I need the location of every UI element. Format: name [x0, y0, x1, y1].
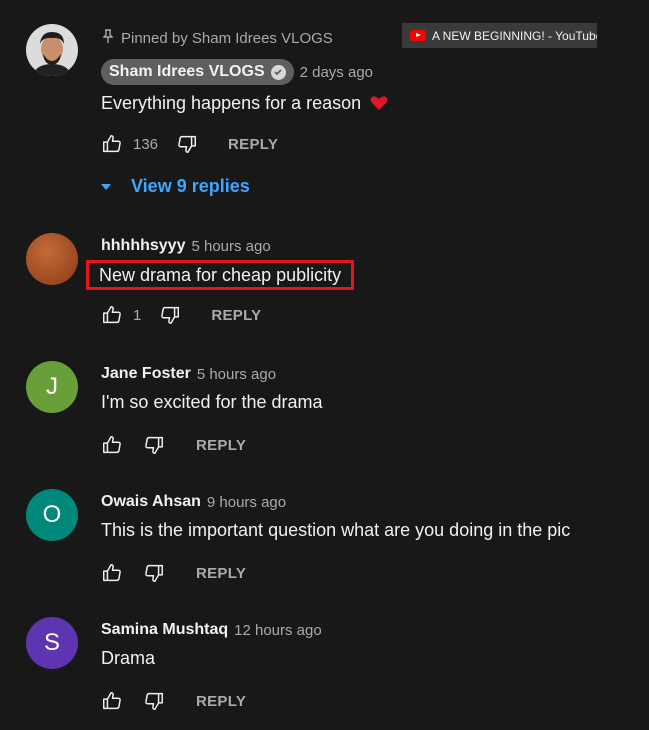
like-count: 1 — [133, 306, 142, 324]
thumbs-up-icon[interactable] — [101, 562, 123, 584]
check-icon — [270, 64, 286, 80]
comment-time[interactable]: 5 hours ago — [197, 366, 276, 383]
thumbs-up-icon[interactable] — [101, 690, 123, 712]
comment-author[interactable]: hhhhhsyyy — [101, 237, 185, 255]
thumbs-up-icon[interactable] — [101, 304, 123, 326]
comment-author[interactable]: Jane Foster — [101, 365, 191, 383]
thumbs-down-icon[interactable] — [143, 434, 165, 456]
comment-text: I'm so excited for the drama — [101, 392, 323, 412]
avatar[interactable] — [26, 233, 78, 285]
thumbs-down-icon[interactable] — [176, 133, 198, 155]
avatar[interactable] — [26, 24, 78, 76]
comment-text: This is the important question what are … — [101, 520, 571, 540]
comment-actions: 136 REPLY — [101, 132, 639, 156]
reply-button[interactable]: REPLY — [211, 307, 261, 324]
channel-avatar-image — [26, 24, 78, 76]
thumbs-up-icon[interactable] — [101, 133, 123, 155]
avatar[interactable]: S — [26, 617, 78, 669]
avatar[interactable]: O — [26, 489, 78, 541]
author-chip[interactable]: Sham Idrees VLOGS — [101, 59, 294, 85]
thumbs-down-icon[interactable] — [159, 304, 181, 326]
avatar[interactable]: J — [26, 361, 78, 413]
comment-time[interactable]: 5 hours ago — [191, 238, 270, 255]
comment-author[interactable]: Owais Ahsan — [101, 493, 201, 511]
thumbs-down-icon[interactable] — [143, 690, 165, 712]
comment-text: Everything happens for a reason — [101, 91, 639, 117]
comment-time[interactable]: 12 hours ago — [234, 622, 322, 639]
comment-actions: REPLY — [101, 433, 639, 457]
thumbs-down-icon[interactable] — [143, 562, 165, 584]
reply-button[interactable]: REPLY — [196, 565, 246, 582]
thumbs-up-icon[interactable] — [101, 434, 123, 456]
pin-icon — [101, 29, 115, 47]
comment-text: New drama for cheap publicity — [86, 260, 639, 290]
comment-actions: 1 REPLY — [101, 303, 639, 327]
comment-text: Drama — [101, 648, 156, 668]
highlight-box: New drama for cheap publicity — [86, 260, 355, 290]
caret-down-icon — [101, 183, 111, 190]
reply-button[interactable]: REPLY — [196, 693, 246, 710]
comment-author[interactable]: Samina Mushtaq — [101, 621, 228, 639]
view-replies-button[interactable]: View 9 replies — [101, 176, 639, 197]
heart-icon — [370, 93, 388, 117]
comment-actions: REPLY — [101, 689, 639, 713]
comment-time[interactable]: 2 days ago — [300, 64, 373, 81]
comment-actions: REPLY — [101, 561, 639, 585]
reply-button[interactable]: REPLY — [196, 437, 246, 454]
pinned-label: Pinned by Sham Idrees VLOGS — [101, 28, 639, 48]
reply-button[interactable]: REPLY — [228, 136, 278, 153]
comment-time[interactable]: 9 hours ago — [207, 494, 286, 511]
like-count: 136 — [133, 135, 159, 153]
